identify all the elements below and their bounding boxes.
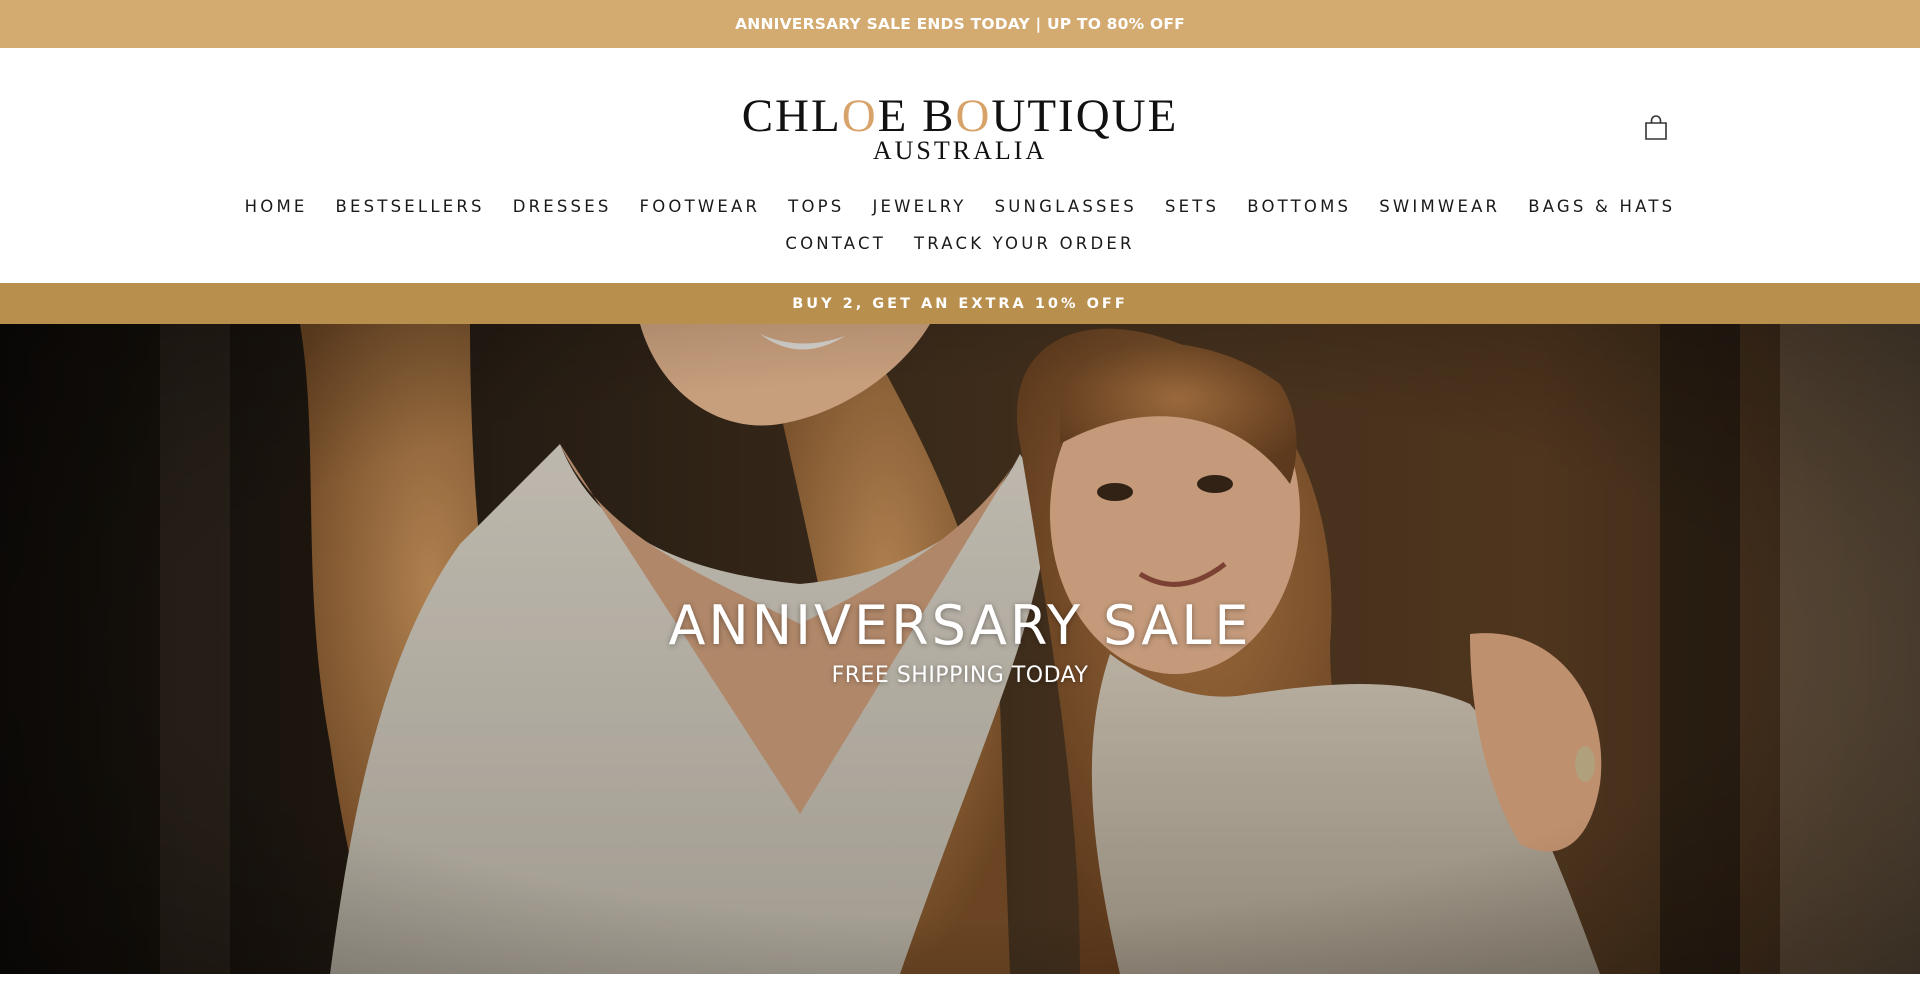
nav-item-home[interactable]: HOME	[231, 194, 322, 220]
nav-item-sets[interactable]: SETS	[1151, 194, 1233, 220]
store-logo[interactable]: CHLOE BOUTIQUE AUSTRALIA	[660, 48, 1260, 168]
logo-text-chl: CHL	[741, 90, 842, 142]
nav-row-secondary: CONTACT TRACK YOUR ORDER	[0, 231, 1920, 257]
shopping-bag-icon[interactable]	[1640, 112, 1672, 144]
logo-accent-o: O	[955, 90, 992, 142]
logo-accent-o: O	[841, 90, 878, 142]
logo-text-eb: E B	[877, 90, 956, 142]
nav-item-bags-hats[interactable]: BAGS & HATS	[1514, 194, 1689, 220]
logo-subtitle: AUSTRALIA	[872, 136, 1048, 165]
nav-item-jewelry[interactable]: JEWELRY	[858, 194, 980, 220]
hero-subtitle: FREE SHIPPING TODAY	[831, 663, 1089, 688]
promo-bar: BUY 2, GET AN EXTRA 10% OFF	[0, 283, 1920, 324]
nav-item-bottoms[interactable]: BOTTOMS	[1233, 194, 1365, 220]
nav-item-contact[interactable]: CONTACT	[771, 231, 900, 257]
nav-item-bestsellers[interactable]: BESTSELLERS	[322, 194, 499, 220]
nav-item-track-order[interactable]: TRACK YOUR ORDER	[900, 231, 1149, 257]
logo-wordmark: CHLOE BOUTIQUE	[660, 92, 1260, 140]
main-navigation: HOME BESTSELLERS DRESSES FOOTWEAR TOPS J…	[0, 194, 1920, 264]
hero-banner[interactable]: ANNIVERSARY SALE FREE SHIPPING TODAY	[0, 324, 1920, 974]
hero-title: ANNIVERSARY SALE	[668, 594, 1252, 657]
logo-text-utique: UTIQUE	[991, 90, 1179, 142]
announcement-text: ANNIVERSARY SALE ENDS TODAY | UP TO 80% …	[735, 15, 1185, 33]
announcement-bar: ANNIVERSARY SALE ENDS TODAY | UP TO 80% …	[0, 0, 1920, 48]
nav-item-sunglasses[interactable]: SUNGLASSES	[981, 194, 1151, 220]
nav-item-dresses[interactable]: DRESSES	[499, 194, 626, 220]
nav-item-swimwear[interactable]: SWIMWEAR	[1365, 194, 1514, 220]
nav-row-primary: HOME BESTSELLERS DRESSES FOOTWEAR TOPS J…	[0, 194, 1920, 220]
nav-item-tops[interactable]: TOPS	[774, 194, 858, 220]
promo-text: BUY 2, GET AN EXTRA 10% OFF	[792, 295, 1128, 312]
nav-item-footwear[interactable]: FOOTWEAR	[626, 194, 775, 220]
